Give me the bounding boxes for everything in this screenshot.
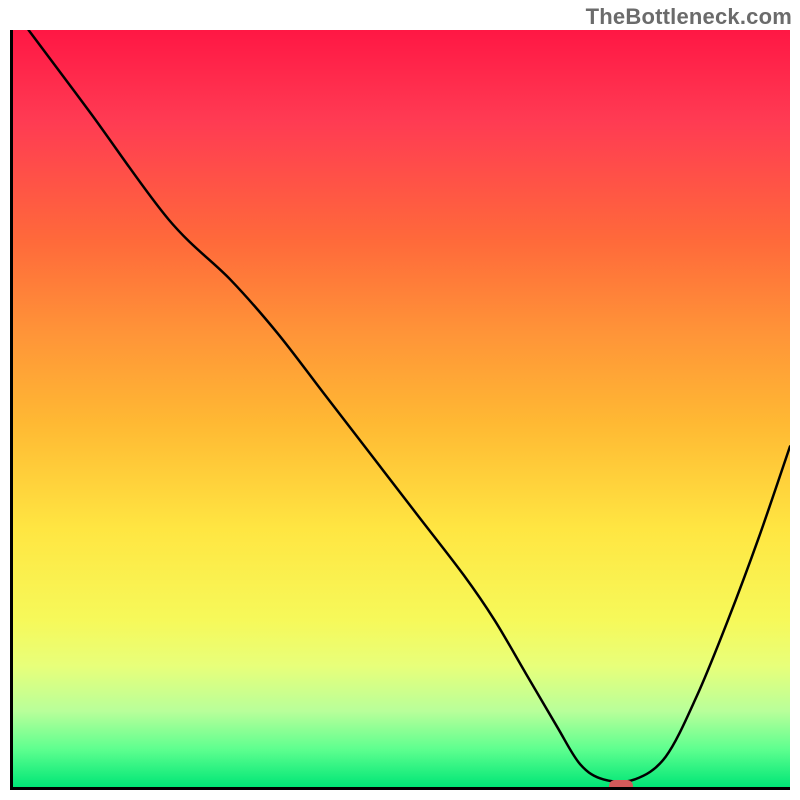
chart-container: TheBottleneck.com (0, 0, 800, 800)
bottleneck-curve (29, 30, 790, 782)
optimum-marker (609, 780, 633, 790)
curve-svg (13, 30, 790, 787)
watermark-text: TheBottleneck.com (586, 4, 792, 30)
plot-area (10, 30, 790, 790)
